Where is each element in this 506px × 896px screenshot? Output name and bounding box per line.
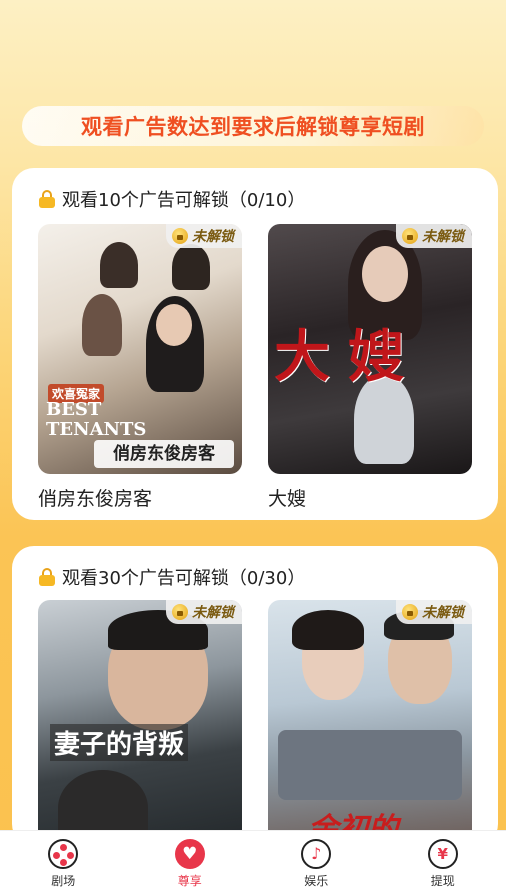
tab-premium[interactable]: ♥ 尊享 [127, 831, 254, 896]
locked-badge-label: 未解锁 [422, 605, 464, 621]
tab-label: 尊享 [177, 873, 202, 888]
section-title: 观看10个广告可解锁（0/10） [62, 190, 306, 211]
poster-art-title: 妻子的背叛 [50, 724, 189, 761]
locked-badge: 未解锁 [396, 224, 472, 248]
locked-badge: 未解锁 [396, 600, 472, 624]
bottom-tab-bar: 剧场 ♥ 尊享 ♪ 娱乐 ¥ 提现 [0, 830, 506, 896]
promo-banner-text: 观看广告数达到要求后解锁尊享短剧 [81, 115, 425, 139]
heart-icon: ♥ [174, 838, 205, 869]
drama-poster[interactable]: 余初的 未解锁 [268, 600, 472, 846]
lock-coin-icon [402, 228, 418, 244]
tab-theater[interactable]: 剧场 [0, 831, 127, 896]
tab-entertainment[interactable]: ♪ 娱乐 [253, 831, 380, 896]
lock-icon [38, 190, 56, 208]
drama-title[interactable]: 大嫂 [268, 484, 306, 511]
lock-coin-icon [172, 228, 188, 244]
section-title: 观看30个广告可解锁（0/30） [62, 568, 306, 589]
unlock-section-30-ads: 观看30个广告可解锁（0/30） 妻子的背叛 未解锁 余初的 未解锁 [12, 546, 498, 846]
locked-badge-label: 未解锁 [192, 229, 234, 245]
poster-art-title: BEST TENANTS [46, 399, 147, 440]
lock-icon [38, 568, 56, 586]
lock-coin-icon [402, 604, 418, 620]
unlock-section-10-ads: 观看10个广告可解锁（0/10） 欢喜冤家 BEST TENANTS 俏房东俊房… [12, 168, 498, 520]
drama-poster[interactable]: 欢喜冤家 BEST TENANTS 俏房东俊房客 未解锁 [38, 224, 242, 474]
drama-poster[interactable]: 妻子的背叛 未解锁 [38, 600, 242, 846]
yen-icon: ¥ [427, 838, 458, 869]
promo-banner: 观看广告数达到要求后解锁尊享短剧 [22, 106, 484, 146]
theater-icon [48, 838, 79, 869]
tab-label: 剧场 [51, 873, 76, 888]
tab-withdraw[interactable]: ¥ 提现 [380, 831, 506, 896]
poster-art-title: 大嫂 [274, 324, 422, 390]
lock-coin-icon [172, 604, 188, 620]
drama-title[interactable]: 俏房东俊房客 [38, 484, 152, 511]
section-header: 观看10个广告可解锁（0/10） [38, 186, 305, 212]
tab-label: 提现 [430, 873, 455, 888]
locked-badge: 未解锁 [166, 224, 242, 248]
drama-poster[interactable]: 大嫂 未解锁 [268, 224, 472, 474]
section-header: 观看30个广告可解锁（0/30） [38, 564, 305, 590]
music-icon: ♪ [301, 838, 332, 869]
locked-badge-label: 未解锁 [192, 605, 234, 621]
tab-label: 娱乐 [304, 873, 329, 888]
locked-badge-label: 未解锁 [422, 229, 464, 245]
poster-caption: 俏房东俊房客 [94, 440, 234, 468]
locked-badge: 未解锁 [166, 600, 242, 624]
